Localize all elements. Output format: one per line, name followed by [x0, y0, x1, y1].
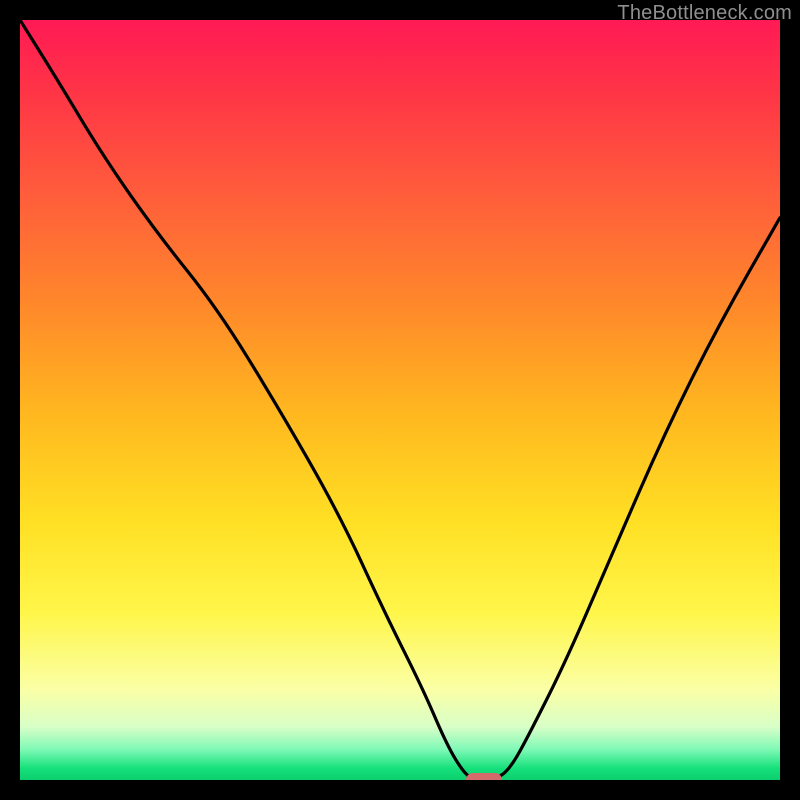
optimum-marker [466, 773, 502, 780]
curve-svg [20, 20, 780, 780]
bottleneck-curve-path [20, 20, 780, 780]
chart-frame: TheBottleneck.com [0, 0, 800, 800]
plot-area [20, 20, 780, 780]
